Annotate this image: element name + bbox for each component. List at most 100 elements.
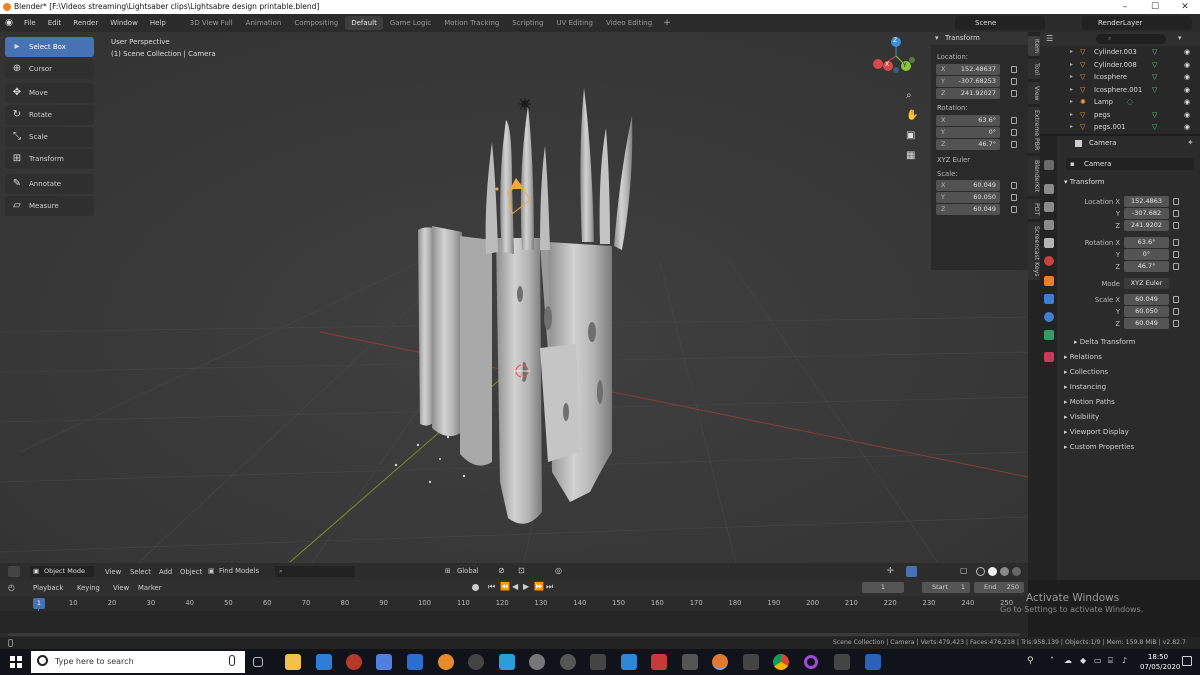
shading-rendered-icon[interactable] — [1012, 567, 1021, 576]
windows-start-icon[interactable] — [10, 656, 22, 668]
expand-arrow-icon[interactable]: ▸ — [1070, 96, 1073, 108]
tray-people-icon[interactable]: ⚲ — [1027, 656, 1034, 666]
tool-measure[interactable]: ▱ Measure — [5, 196, 94, 216]
view-layer-selector[interactable]: RenderLayer — [1082, 16, 1192, 30]
prop-scale-y[interactable]: 60.050 — [1124, 306, 1169, 317]
tab-tool[interactable]: Tool — [1028, 59, 1040, 79]
tool-rotate[interactable]: ↻ Rotate — [5, 105, 94, 125]
location-z-field[interactable]: Z 241.92027 — [936, 88, 1000, 99]
data-block-field[interactable]: ▪ Camera — [1066, 158, 1194, 170]
play-reverse-icon[interactable]: ◀ — [512, 582, 518, 591]
mail-icon[interactable] — [407, 654, 423, 670]
expand-arrow-icon[interactable]: ▸ — [1070, 71, 1073, 83]
lock-icon[interactable] — [1011, 206, 1017, 213]
visibility-eye-icon[interactable]: ◉ — [1184, 71, 1190, 83]
tab-blenderkit[interactable]: BlenderKit — [1028, 156, 1040, 196]
playhead[interactable]: 1 — [33, 598, 45, 609]
outliner-item[interactable]: ▸ ▽ pegs ▽ ◉ — [1040, 109, 1200, 121]
menu-help[interactable]: Help — [144, 14, 172, 32]
visibility-eye-icon[interactable]: ◉ — [1184, 109, 1190, 121]
prop-scale-z[interactable]: 60.049 — [1124, 318, 1169, 329]
object-icon[interactable] — [1044, 276, 1054, 286]
tool-move[interactable]: ✥ Move — [5, 83, 94, 103]
outliner-item[interactable]: ▸ ▽ Icosphere.001 ▽ ◉ — [1040, 84, 1200, 96]
app-icon-red[interactable] — [346, 654, 362, 670]
taskbar-clock[interactable]: 18:50 07/05/2020 — [1140, 652, 1180, 672]
lock-icon[interactable] — [1173, 222, 1179, 229]
header-menu-object[interactable]: Object — [180, 568, 202, 576]
shading-material-icon[interactable] — [1000, 567, 1009, 576]
find-models-button[interactable]: ▣ Find Models — [207, 566, 273, 577]
xray-toggle-icon[interactable]: ▢ — [960, 566, 968, 575]
app-icon-edge[interactable] — [316, 654, 332, 670]
tab-item[interactable]: Item — [1028, 36, 1040, 56]
lock-icon[interactable] — [1173, 308, 1179, 315]
expand-arrow-icon[interactable]: ▸ — [1070, 84, 1073, 96]
minimize-button[interactable]: – — [1110, 0, 1140, 14]
lock-icon[interactable] — [1011, 141, 1017, 148]
outliner-options-icon[interactable]: ▾ — [1178, 34, 1182, 42]
expand-arrow-icon[interactable]: ▸ — [1070, 121, 1073, 133]
add-workspace-icon[interactable]: + — [663, 18, 671, 28]
timeline-menu-marker[interactable]: Marker — [138, 584, 162, 592]
shading-wireframe-icon[interactable] — [976, 567, 985, 576]
tool-select-box[interactable]: ▸ Select Box — [5, 37, 94, 57]
app-icon-gear[interactable] — [560, 654, 576, 670]
file-explorer-icon[interactable] — [285, 654, 301, 670]
scale-y-field[interactable]: Y 60.050 — [936, 192, 1000, 203]
menu-file[interactable]: File — [18, 14, 42, 32]
timeline-track-area[interactable] — [0, 611, 1028, 633]
tray-display-icon[interactable]: ▭ — [1094, 656, 1102, 665]
tab-compositing[interactable]: Compositing — [288, 16, 344, 30]
instancing-panel[interactable]: ▸ Instancing — [1064, 383, 1106, 391]
rotation-mode-dropdown[interactable]: XYZ Euler — [937, 156, 970, 164]
tool-annotate[interactable]: ✎ Annotate — [5, 174, 94, 194]
outliner-item[interactable]: ▸ ▽ Cylinder.003 ▽ ◉ — [1040, 46, 1200, 58]
lock-icon[interactable] — [1173, 263, 1179, 270]
prop-location-z[interactable]: 241.9202 — [1124, 220, 1169, 231]
mode-selector[interactable]: ▣ Object Mode — [30, 566, 94, 577]
visibility-panel[interactable]: ▸ Visibility — [1064, 413, 1099, 421]
timeline-menu-view[interactable]: View — [113, 584, 129, 592]
overlay-toggle-icon[interactable] — [906, 566, 917, 577]
prev-keyframe-icon[interactable]: ⏪ — [500, 582, 510, 591]
constraints-icon[interactable] — [1044, 330, 1054, 340]
task-view-icon[interactable] — [253, 657, 263, 667]
tab-screencast-keys[interactable]: Screencast Keys — [1028, 222, 1040, 280]
rotation-z-field[interactable]: Z 46.7° — [936, 139, 1000, 150]
timeline-menu-playback[interactable]: Playback — [33, 584, 63, 592]
menu-edit[interactable]: Edit — [42, 14, 68, 32]
shading-solid-icon[interactable] — [988, 567, 997, 576]
tool-transform[interactable]: ⊞ Transform — [5, 149, 94, 169]
expand-arrow-icon[interactable]: ▸ — [1070, 46, 1073, 58]
tray-dropbox-icon[interactable]: ◆ — [1080, 656, 1086, 665]
app-icon-purple-ring[interactable] — [804, 655, 818, 669]
render-icon[interactable] — [1044, 184, 1054, 194]
view-layer-icon[interactable] — [1044, 220, 1054, 230]
tab-uv-editing[interactable]: UV Editing — [550, 16, 599, 30]
lock-icon[interactable] — [1011, 182, 1017, 189]
app-icon-unity[interactable] — [743, 654, 759, 670]
blender-taskbar-icon[interactable] — [712, 654, 728, 670]
outliner-filter-icon[interactable]: ☰ — [1046, 34, 1053, 43]
lock-icon[interactable] — [1011, 90, 1017, 97]
jump-start-icon[interactable]: ⏮ — [488, 582, 495, 592]
lock-icon[interactable] — [1173, 251, 1179, 258]
outliner-item[interactable]: ▸ ▽ pegs.001 ▽ ◉ — [1040, 121, 1200, 133]
location-y-field[interactable]: Y -307.68253 — [936, 76, 1000, 87]
tab-default[interactable]: Default — [345, 16, 383, 30]
header-menu-select[interactable]: Select — [130, 568, 151, 576]
outliner-search-input[interactable]: ⌕ — [1096, 34, 1166, 44]
editor-type-icon[interactable] — [8, 566, 20, 577]
tab-motion-tracking[interactable]: Motion Tracking — [438, 16, 505, 30]
pivot-icon[interactable]: ⊘ — [498, 566, 505, 575]
lock-icon[interactable] — [1011, 117, 1017, 124]
pin-icon[interactable]: ✦ — [1187, 138, 1194, 147]
prop-location-y[interactable]: -307.682 — [1124, 208, 1169, 219]
n-panel-header[interactable]: ▾ Transform — [931, 32, 1028, 45]
scale-z-field[interactable]: Z 60.049 — [936, 204, 1000, 215]
scene-selector[interactable]: Scene — [955, 16, 1045, 30]
app-icon-store[interactable] — [376, 654, 392, 670]
lock-icon[interactable] — [1173, 296, 1179, 303]
lock-icon[interactable] — [1173, 239, 1179, 246]
